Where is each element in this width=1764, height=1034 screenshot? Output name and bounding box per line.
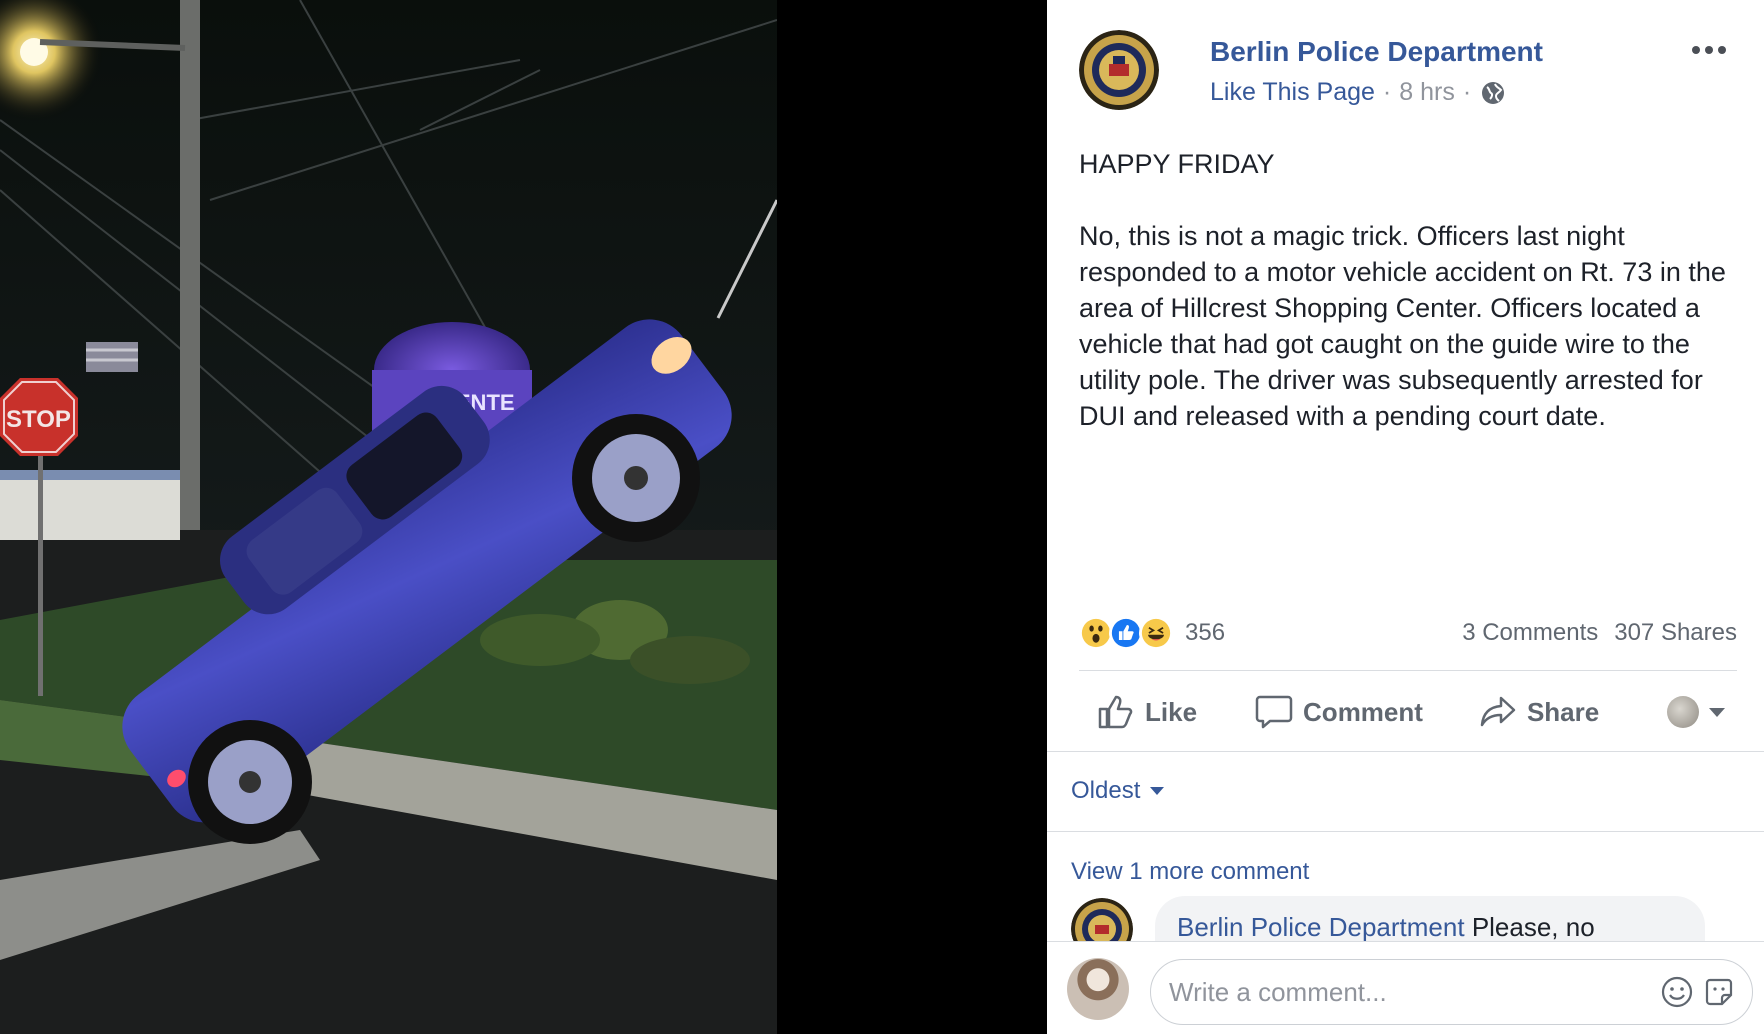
post-actions: Like Comment Share — [1079, 686, 1739, 738]
like-button[interactable]: Like — [1097, 694, 1197, 730]
wow-icon[interactable] — [1079, 616, 1113, 650]
comment-sort-label: Oldest — [1071, 777, 1141, 804]
comment-button[interactable]: Comment — [1255, 694, 1423, 730]
comment-button-label: Comment — [1303, 696, 1423, 727]
chevron-down-icon — [1709, 707, 1725, 717]
comments-count-link[interactable]: 3 Comments — [1462, 619, 1598, 647]
photo-illustration: CENTE STOP — [0, 0, 777, 1034]
post-stats: 3 Comments 307 Shares — [1462, 619, 1737, 647]
meta-separator: · — [1462, 78, 1472, 106]
react-as-selector[interactable] — [1667, 696, 1725, 728]
globe-icon[interactable] — [1481, 81, 1505, 105]
chevron-down-icon — [1150, 787, 1165, 795]
stop-sign-text: STOP — [6, 406, 71, 433]
comment-composer — [1047, 941, 1764, 1034]
page-avatar[interactable] — [1079, 30, 1159, 110]
post-body-text: No, this is not a magic trick. Officers … — [1079, 221, 1726, 431]
post-text: HAPPY FRIDAY No, this is not a magic tri… — [1079, 146, 1739, 470]
like-page-link[interactable]: Like This Page — [1210, 78, 1375, 107]
share-arrow-icon — [1480, 696, 1516, 727]
post-photo[interactable]: CENTE STOP — [0, 0, 777, 1034]
reaction-icons[interactable] — [1079, 616, 1173, 650]
share-button-label: Share — [1526, 696, 1600, 727]
reactions-bar: 356 3 Comments 307 Shares — [1079, 614, 1737, 652]
post-title-text: HAPPY FRIDAY — [1079, 149, 1275, 179]
comment-text: Please, no — [1471, 912, 1595, 942]
photo-viewer: CENTE STOP — [0, 0, 1047, 1034]
post-header: Berlin Police Department Like This Page … — [1079, 30, 1744, 112]
sort-divider — [1047, 831, 1764, 832]
like-reaction-icon[interactable] — [1109, 616, 1143, 650]
page-name-link[interactable]: Berlin Police Department — [1210, 36, 1543, 68]
comment-bubble-icon — [1255, 695, 1293, 729]
share-button[interactable]: Share — [1479, 694, 1599, 730]
shares-count-link[interactable]: 307 Shares — [1614, 619, 1737, 647]
post-panel: Berlin Police Department Like This Page … — [1047, 0, 1764, 1034]
user-avatar-small — [1667, 696, 1699, 728]
reaction-count[interactable]: 356 — [1185, 619, 1225, 647]
meta-separator: · — [1382, 78, 1392, 106]
thumbs-up-icon — [1098, 695, 1133, 729]
emoji-icon[interactable] — [1660, 975, 1694, 1009]
reactions-divider — [1079, 670, 1737, 671]
sticker-icon[interactable] — [1702, 975, 1736, 1009]
more-options-icon[interactable] — [1692, 42, 1730, 58]
view-more-comments-link[interactable]: View 1 more comment — [1071, 858, 1309, 886]
post-meta: Like This Page · 8 hrs · — [1210, 78, 1505, 107]
post-timestamp[interactable]: 8 hrs — [1399, 78, 1455, 107]
actions-divider — [1047, 751, 1764, 752]
current-user-avatar — [1067, 958, 1129, 1020]
like-button-label: Like — [1145, 696, 1198, 727]
comment-sort-dropdown[interactable]: Oldest — [1071, 777, 1165, 805]
comment-author-link[interactable]: Berlin Police Department — [1177, 912, 1465, 942]
haha-icon[interactable] — [1139, 616, 1173, 650]
